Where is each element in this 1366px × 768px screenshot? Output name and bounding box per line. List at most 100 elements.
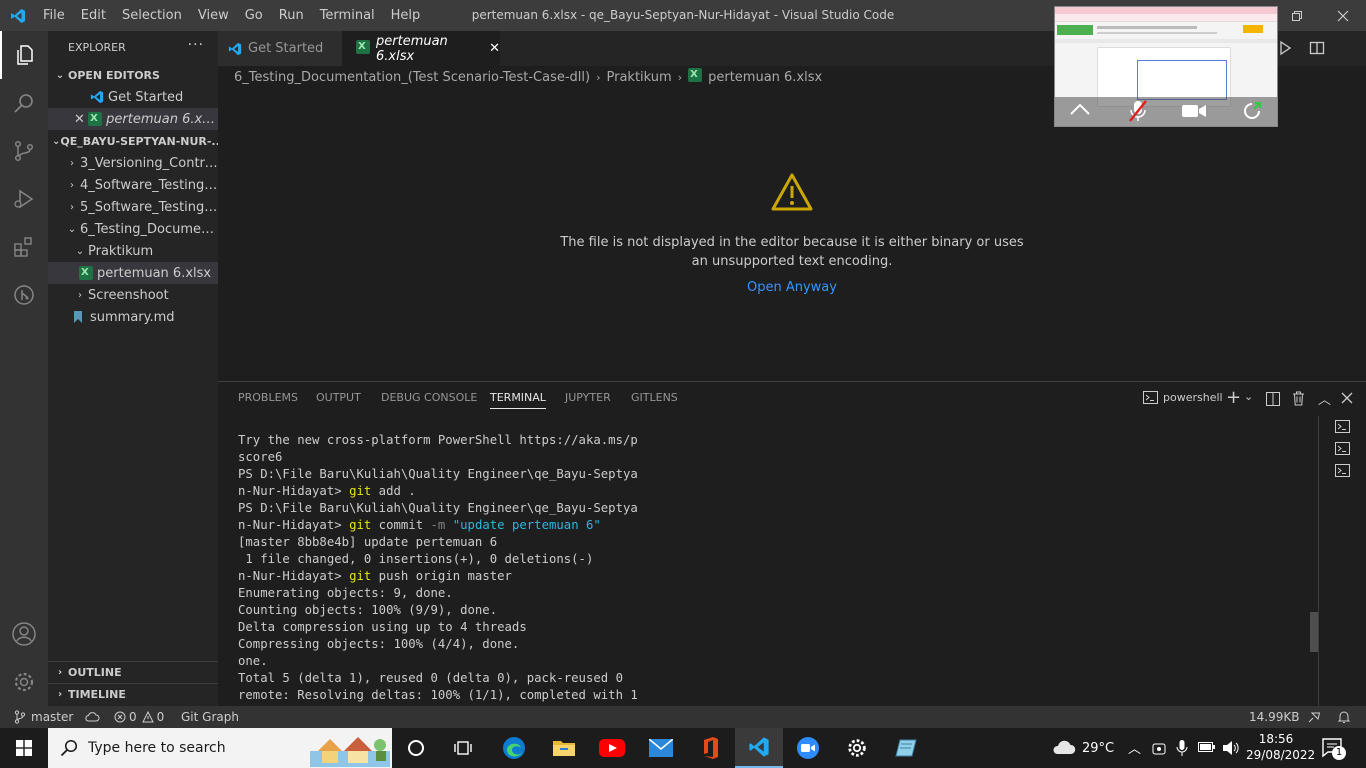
folder-screenshoot[interactable]: › Screenshoot bbox=[48, 284, 218, 306]
video-camera-icon[interactable] bbox=[1181, 103, 1207, 119]
clock[interactable]: 18:56 29/08/2022 bbox=[1246, 731, 1315, 763]
tab-output[interactable]: OUTPUT bbox=[316, 391, 361, 404]
open-editor-pertemuan[interactable]: ✕ pertemuan 6.xlsx... bbox=[48, 108, 218, 130]
close-icon[interactable]: ✕ bbox=[489, 41, 500, 56]
run-debug-icon[interactable] bbox=[0, 175, 48, 223]
location-icon[interactable] bbox=[1152, 740, 1166, 756]
accounts-icon[interactable] bbox=[0, 610, 48, 658]
mail-icon[interactable] bbox=[637, 728, 685, 768]
settings-gear-icon[interactable] bbox=[0, 658, 48, 706]
open-editors-header[interactable]: ⌄ OPEN EDITORS bbox=[48, 64, 218, 86]
floating-video-window[interactable] bbox=[1054, 6, 1278, 127]
problems-status[interactable]: 0 0 bbox=[114, 706, 164, 728]
terminal-scrollbar[interactable] bbox=[1310, 612, 1318, 652]
notes-app-icon[interactable] bbox=[882, 728, 930, 768]
edge-browser-icon[interactable] bbox=[490, 728, 538, 768]
restore-button[interactable] bbox=[1274, 0, 1320, 31]
chevron-up-icon[interactable] bbox=[1069, 102, 1091, 116]
notifications-bell-icon[interactable] bbox=[1338, 706, 1350, 728]
menu-run[interactable]: Run bbox=[271, 0, 312, 31]
cortana-icon[interactable] bbox=[392, 728, 440, 768]
folder-6-testing-documentation[interactable]: ⌄ 6_Testing_Documenta... bbox=[48, 218, 218, 240]
search-icon[interactable] bbox=[0, 79, 48, 127]
menu-bar: File Edit Selection View Go Run Terminal… bbox=[35, 0, 428, 31]
breadcrumb-item[interactable]: Praktikum bbox=[607, 70, 672, 85]
menu-view[interactable]: View bbox=[190, 0, 237, 31]
workspace-header[interactable]: ⌄ QE_BAYU-SEPTYAN-NUR-... bbox=[48, 130, 218, 152]
tab-gitlens[interactable]: GITLENS bbox=[631, 391, 678, 404]
file-pertemuan-6[interactable]: pertemuan 6.xlsx bbox=[48, 262, 218, 284]
tab-debug-console[interactable]: DEBUG CONSOLE bbox=[381, 391, 477, 404]
source-control-icon[interactable] bbox=[0, 127, 48, 175]
sync-cloud-icon[interactable] bbox=[84, 706, 100, 728]
menu-go[interactable]: Go bbox=[237, 0, 271, 31]
weather-widget[interactable]: 29°C bbox=[1048, 728, 1118, 768]
trash-icon[interactable] bbox=[1292, 391, 1305, 406]
terminal-instance-icon[interactable] bbox=[1335, 464, 1350, 477]
tab-problems[interactable]: PROBLEMS bbox=[238, 391, 298, 404]
task-view-icon[interactable] bbox=[440, 728, 488, 768]
feedback-icon[interactable] bbox=[1307, 706, 1321, 728]
file-explorer-icon[interactable] bbox=[540, 728, 588, 768]
volume-icon[interactable] bbox=[1222, 740, 1240, 756]
share-screen-icon[interactable] bbox=[1242, 101, 1262, 121]
menu-file[interactable]: File bbox=[35, 0, 73, 31]
tab-get-started[interactable]: Get Started bbox=[218, 31, 342, 66]
close-panel-icon[interactable] bbox=[1341, 392, 1353, 404]
microphone-muted-icon[interactable] bbox=[1128, 99, 1148, 123]
explorer-icon[interactable] bbox=[0, 31, 48, 79]
file-summary-md[interactable]: summary.md bbox=[48, 306, 218, 328]
office-icon[interactable] bbox=[686, 728, 734, 768]
youtube-icon[interactable] bbox=[588, 728, 636, 768]
terminal-instance-icon[interactable] bbox=[1335, 420, 1350, 433]
tab-terminal[interactable]: TERMINAL bbox=[490, 391, 546, 409]
tab-pertemuan-6[interactable]: pertemuan 6.xlsx ✕ bbox=[342, 31, 500, 66]
breadcrumb-item[interactable]: pertemuan 6.xlsx bbox=[708, 70, 822, 85]
folder-4-software-testing[interactable]: › 4_Software_Testing_as... bbox=[48, 174, 218, 196]
notification-center-icon[interactable]: 1 bbox=[1322, 738, 1346, 760]
timeline-header[interactable]: › TIMELINE bbox=[48, 683, 218, 705]
split-editor-icon[interactable] bbox=[1309, 40, 1325, 56]
split-terminal-icon[interactable] bbox=[1266, 392, 1280, 406]
git-graph-button[interactable]: Git Graph bbox=[181, 706, 239, 728]
run-icon[interactable] bbox=[1278, 40, 1292, 56]
terminal-output[interactable]: Try the new cross-platform PowerShell ht… bbox=[238, 432, 638, 704]
close-window-button[interactable] bbox=[1320, 0, 1366, 31]
open-editor-label: pertemuan 6.xlsx... bbox=[106, 111, 218, 127]
folder-3-versioning[interactable]: › 3_Versioning_Control_... bbox=[48, 152, 218, 174]
menu-edit[interactable]: Edit bbox=[73, 0, 114, 31]
menu-terminal[interactable]: Terminal bbox=[312, 0, 383, 31]
outline-header[interactable]: › OUTLINE bbox=[48, 661, 218, 683]
warning-icon bbox=[141, 711, 154, 723]
vscode-file-icon bbox=[90, 90, 108, 104]
explorer-sidebar: EXPLORER ··· ⌄ OPEN EDITORS Get Started … bbox=[48, 31, 218, 706]
battery-icon[interactable] bbox=[1198, 741, 1216, 753]
breadcrumb-item[interactable]: 6_Testing_Documentation_(Test Scenario-T… bbox=[234, 70, 590, 85]
terminal-shell-selector[interactable]: powershell bbox=[1143, 391, 1223, 404]
new-terminal-icon[interactable]: + bbox=[1226, 387, 1241, 408]
close-icon[interactable]: ✕ bbox=[74, 112, 88, 127]
windows-start-icon[interactable] bbox=[0, 728, 48, 768]
tab-jupyter[interactable]: JUPYTER bbox=[565, 391, 611, 404]
chevron-up-icon[interactable]: ︿ bbox=[1128, 738, 1141, 757]
folder-praktikum[interactable]: ⌄ Praktikum bbox=[48, 240, 218, 262]
microphone-icon[interactable] bbox=[1176, 739, 1188, 757]
open-anyway-link[interactable]: Open Anyway bbox=[218, 280, 1366, 295]
file-label: summary.md bbox=[90, 309, 175, 325]
terminal-instance-icon[interactable] bbox=[1335, 442, 1350, 455]
git-graph-icon[interactable] bbox=[0, 271, 48, 319]
menu-help[interactable]: Help bbox=[383, 0, 429, 31]
folder-5-software-testing[interactable]: › 5_Software_Testing_F... bbox=[48, 196, 218, 218]
zoom-icon[interactable] bbox=[784, 728, 832, 768]
taskbar-search-box[interactable]: Type here to search bbox=[48, 728, 392, 768]
maximize-panel-icon[interactable]: ︿ bbox=[1318, 389, 1331, 408]
settings-gear-icon[interactable] bbox=[833, 728, 881, 768]
menu-selection[interactable]: Selection bbox=[114, 0, 190, 31]
open-editor-get-started[interactable]: Get Started bbox=[48, 86, 218, 108]
more-actions-icon[interactable]: ··· bbox=[188, 37, 204, 53]
chevron-right-icon: › bbox=[677, 70, 683, 84]
extensions-icon[interactable] bbox=[0, 223, 48, 271]
vscode-taskbar-icon[interactable] bbox=[735, 728, 783, 768]
branch-status[interactable]: master bbox=[14, 706, 73, 728]
chevron-down-icon[interactable]: ⌄ bbox=[1244, 390, 1253, 403]
